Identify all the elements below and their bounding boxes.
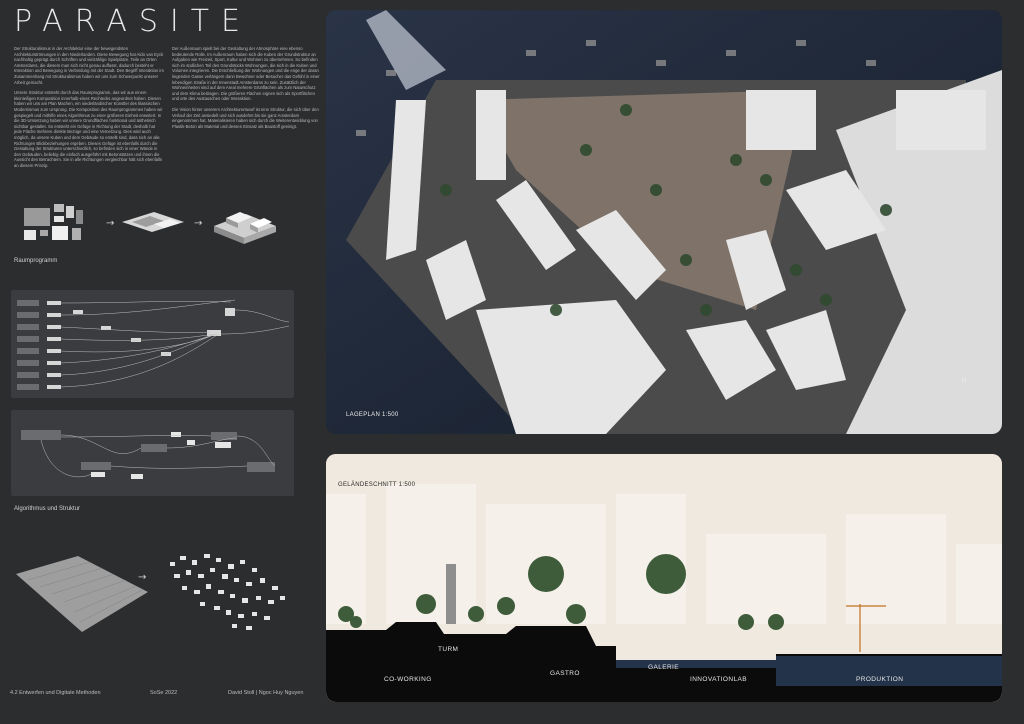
zone-coworking: CO-WORKING bbox=[384, 676, 432, 683]
terrain-section: GELÄNDESCHNITT 1:500 TURM CO-WORKING GAS… bbox=[326, 454, 1002, 702]
structure-transformation: → bbox=[16, 554, 285, 632]
zone-gastro: GASTRO bbox=[550, 670, 580, 677]
algorithm-panel-top bbox=[11, 290, 294, 398]
site-plan: LAGEPLAN 1:500 N bbox=[326, 10, 1002, 434]
zone-innovationlab: INNOVATIONLAB bbox=[690, 676, 747, 683]
zone-turm: TURM bbox=[438, 646, 459, 653]
intro-paragraph: Der Strukturalismus in der Architektur e… bbox=[14, 46, 164, 85]
intro-paragraph: Die Vision hinter unserem Architekturent… bbox=[172, 106, 319, 129]
lageplan-label: LAGEPLAN 1:500 bbox=[346, 412, 399, 418]
footer-authors: David Stoll | Ngoc Huy Nguyen bbox=[228, 690, 304, 696]
algorithm-panel-bottom bbox=[11, 410, 294, 496]
composition-flat bbox=[122, 212, 184, 232]
north-arrow: N bbox=[962, 378, 967, 384]
zone-produktion: PRODUKTION bbox=[856, 676, 904, 683]
raumprogramm-label: Raumprogramm bbox=[14, 258, 58, 264]
algorithm-graph bbox=[21, 430, 276, 479]
composition-2d bbox=[24, 204, 83, 240]
site-plan-drawing bbox=[326, 10, 1002, 434]
intro-column-b: Der Außenraum spielt bei der Gestaltung … bbox=[172, 46, 322, 134]
svg-text:→: → bbox=[194, 218, 202, 229]
intro-paragraph: Unsere Struktur entsteht durch das Raump… bbox=[14, 90, 163, 168]
composition-3d bbox=[214, 212, 276, 244]
intro-column-a: Der Strukturalismus in der Architektur e… bbox=[14, 46, 164, 173]
algorithmus-label: Algorithmus und Struktur bbox=[14, 506, 81, 512]
zone-galerie: GALERIE bbox=[648, 664, 679, 671]
footer-semester: SoSe 2022 bbox=[150, 690, 178, 696]
tower bbox=[446, 564, 456, 624]
svg-text:→: → bbox=[138, 572, 146, 583]
algorithm-graph bbox=[17, 299, 290, 390]
intro-paragraph: Der Außenraum spielt bei der Gestaltung … bbox=[172, 46, 320, 102]
grid-field bbox=[16, 556, 148, 632]
footer-course: 4.2 Entwerfen und Digitale Methoden bbox=[10, 690, 101, 696]
scatter-field bbox=[170, 554, 285, 630]
raumprogramm-diagram: → → bbox=[24, 204, 276, 244]
svg-text:→: → bbox=[106, 218, 114, 229]
page-title: PARASITE bbox=[14, 4, 253, 39]
gelaendeschnitt-label: GELÄNDESCHNITT 1:500 bbox=[338, 482, 416, 488]
